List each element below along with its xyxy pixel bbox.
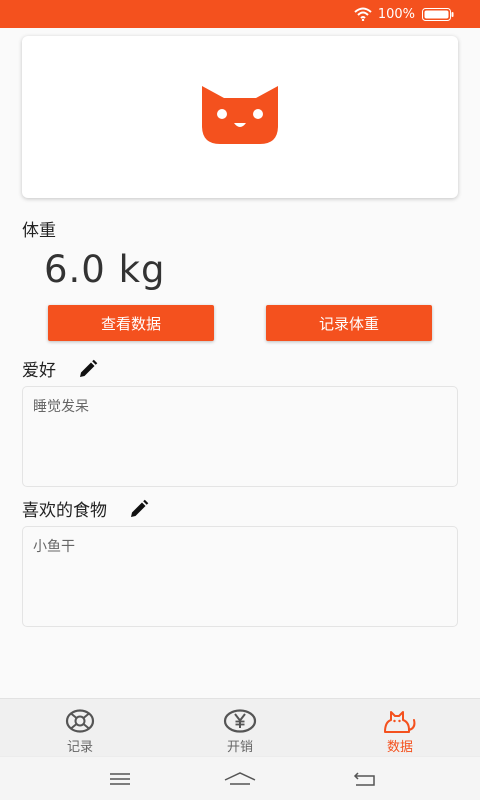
bottom-tab-bar: 记录 开销 数据 [0,698,480,756]
hobby-header: 爱好 [22,356,98,381]
battery-percentage: 100% [377,6,415,22]
lifebuoy-icon [65,708,95,734]
wifi-icon [354,7,372,21]
weight-label: 体重 [22,221,56,241]
food-label: 喜欢的食物 [22,501,107,521]
menu-icon[interactable] [100,767,140,791]
back-icon[interactable] [345,767,385,791]
tab-expense[interactable]: 开销 [160,699,320,757]
status-bar: 100% [0,0,480,28]
food-textbox[interactable]: 小鱼干 [22,526,458,627]
cat-face-icon [198,84,282,150]
food-header: 喜欢的食物 [22,496,149,521]
tab-data-label: 数据 [386,740,413,755]
hobby-textbox[interactable]: 睡觉发呆 [22,386,458,487]
tab-record[interactable]: 记录 [0,699,160,757]
record-weight-button[interactable]: 记录体重 [266,305,432,341]
edit-food-icon[interactable] [129,499,149,519]
battery-icon [422,7,454,21]
system-navigation-bar [0,756,480,800]
hobby-label: 爱好 [22,361,56,381]
tab-expense-label: 开销 [226,740,253,755]
view-data-button[interactable]: 查看数据 [48,305,214,341]
tab-data[interactable]: 数据 [320,699,480,757]
pet-avatar-card[interactable] [22,36,458,198]
cat-icon [383,708,417,734]
home-icon[interactable] [220,767,260,791]
edit-hobby-icon[interactable] [78,359,98,379]
yen-icon [223,708,257,734]
weight-value: 6.0 kg [44,248,166,291]
tab-record-label: 记录 [66,740,93,755]
